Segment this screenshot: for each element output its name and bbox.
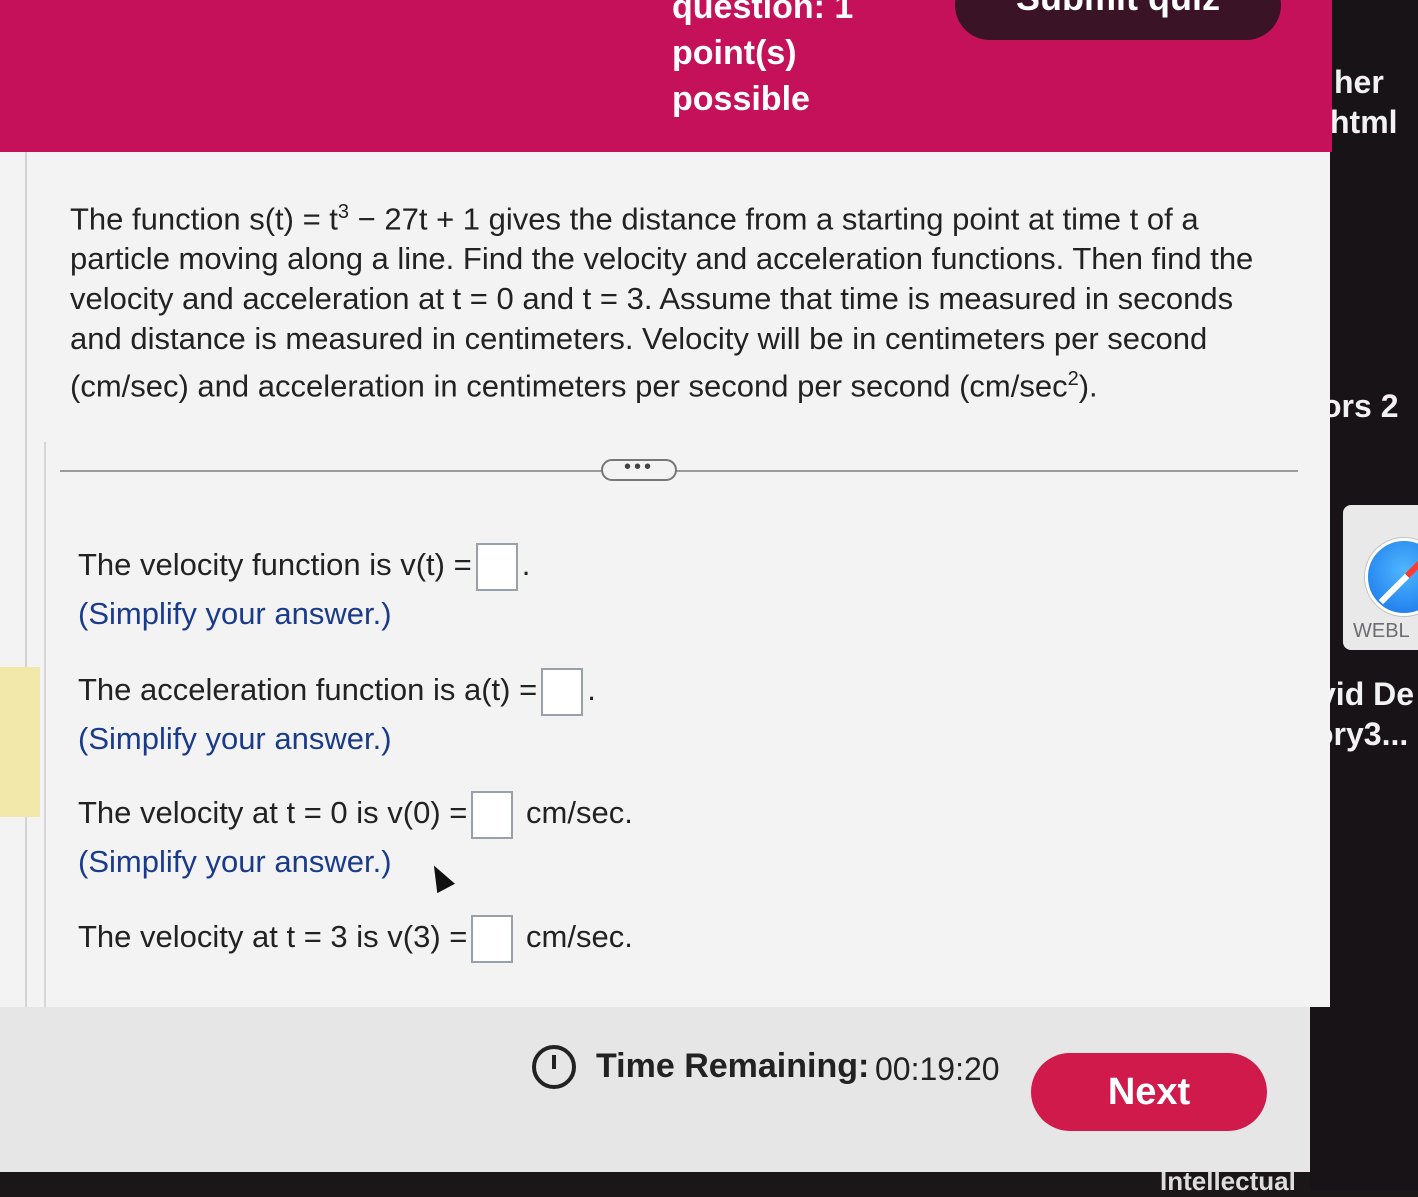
simplify-hint: (Simplify your answer.) xyxy=(78,595,392,631)
desktop-text: ors 2 xyxy=(1322,388,1399,424)
time-remaining-value: 00:19:20 xyxy=(875,1051,1000,1087)
question-text: The function s(t) = t3 − 27t + 1 gives t… xyxy=(70,201,1254,404)
time-remaining-label: Time Remaining: xyxy=(596,1047,870,1085)
desktop-text: html xyxy=(1330,104,1398,140)
quiz-header: question: 1 point(s) possible Submit qui… xyxy=(0,0,1332,152)
acceleration-function-input[interactable] xyxy=(541,667,584,716)
points-info: question: 1 point(s) possible xyxy=(672,0,854,118)
velocity-at-0-input[interactable] xyxy=(471,790,514,839)
velocity-at-3-input[interactable] xyxy=(471,914,514,963)
simplify-hint: (Simplify your answer.) xyxy=(78,720,392,756)
acceleration-function-answer: The acceleration function is a(t) =. (Si… xyxy=(78,667,596,762)
question-panel: The function s(t) = t3 − 27t + 1 gives t… xyxy=(0,152,1330,1007)
velocity-at-3-answer: The velocity at t = 3 is v(3) = cm/sec. xyxy=(78,914,633,963)
next-button[interactable]: Next xyxy=(1031,1053,1267,1131)
expand-dots-button[interactable]: ••• xyxy=(601,457,677,481)
current-part-indicator xyxy=(0,667,40,817)
clock-icon xyxy=(532,1045,576,1089)
desktop-text: her xyxy=(1334,64,1384,100)
submit-quiz-button[interactable]: Submit quiz xyxy=(955,0,1281,40)
velocity-function-answer: The velocity function is v(t) =. (Simpli… xyxy=(78,542,530,637)
velocity-function-input[interactable] xyxy=(475,542,518,591)
quiz-footer: Time Remaining: 00:19:20 Next xyxy=(0,1007,1310,1172)
safari-label: WEBL xyxy=(1353,620,1410,642)
desktop-text: Intellectual xyxy=(1160,1166,1296,1196)
compass-icon xyxy=(1365,538,1418,616)
velocity-at-0-answer: The velocity at t = 0 is v(0) = cm/sec. … xyxy=(78,790,633,885)
section-divider xyxy=(60,470,1298,472)
desktop-text: vid De xyxy=(1318,676,1415,712)
simplify-hint: (Simplify your answer.) xyxy=(78,843,392,879)
safari-app-tile[interactable]: WEBL xyxy=(1343,505,1418,650)
